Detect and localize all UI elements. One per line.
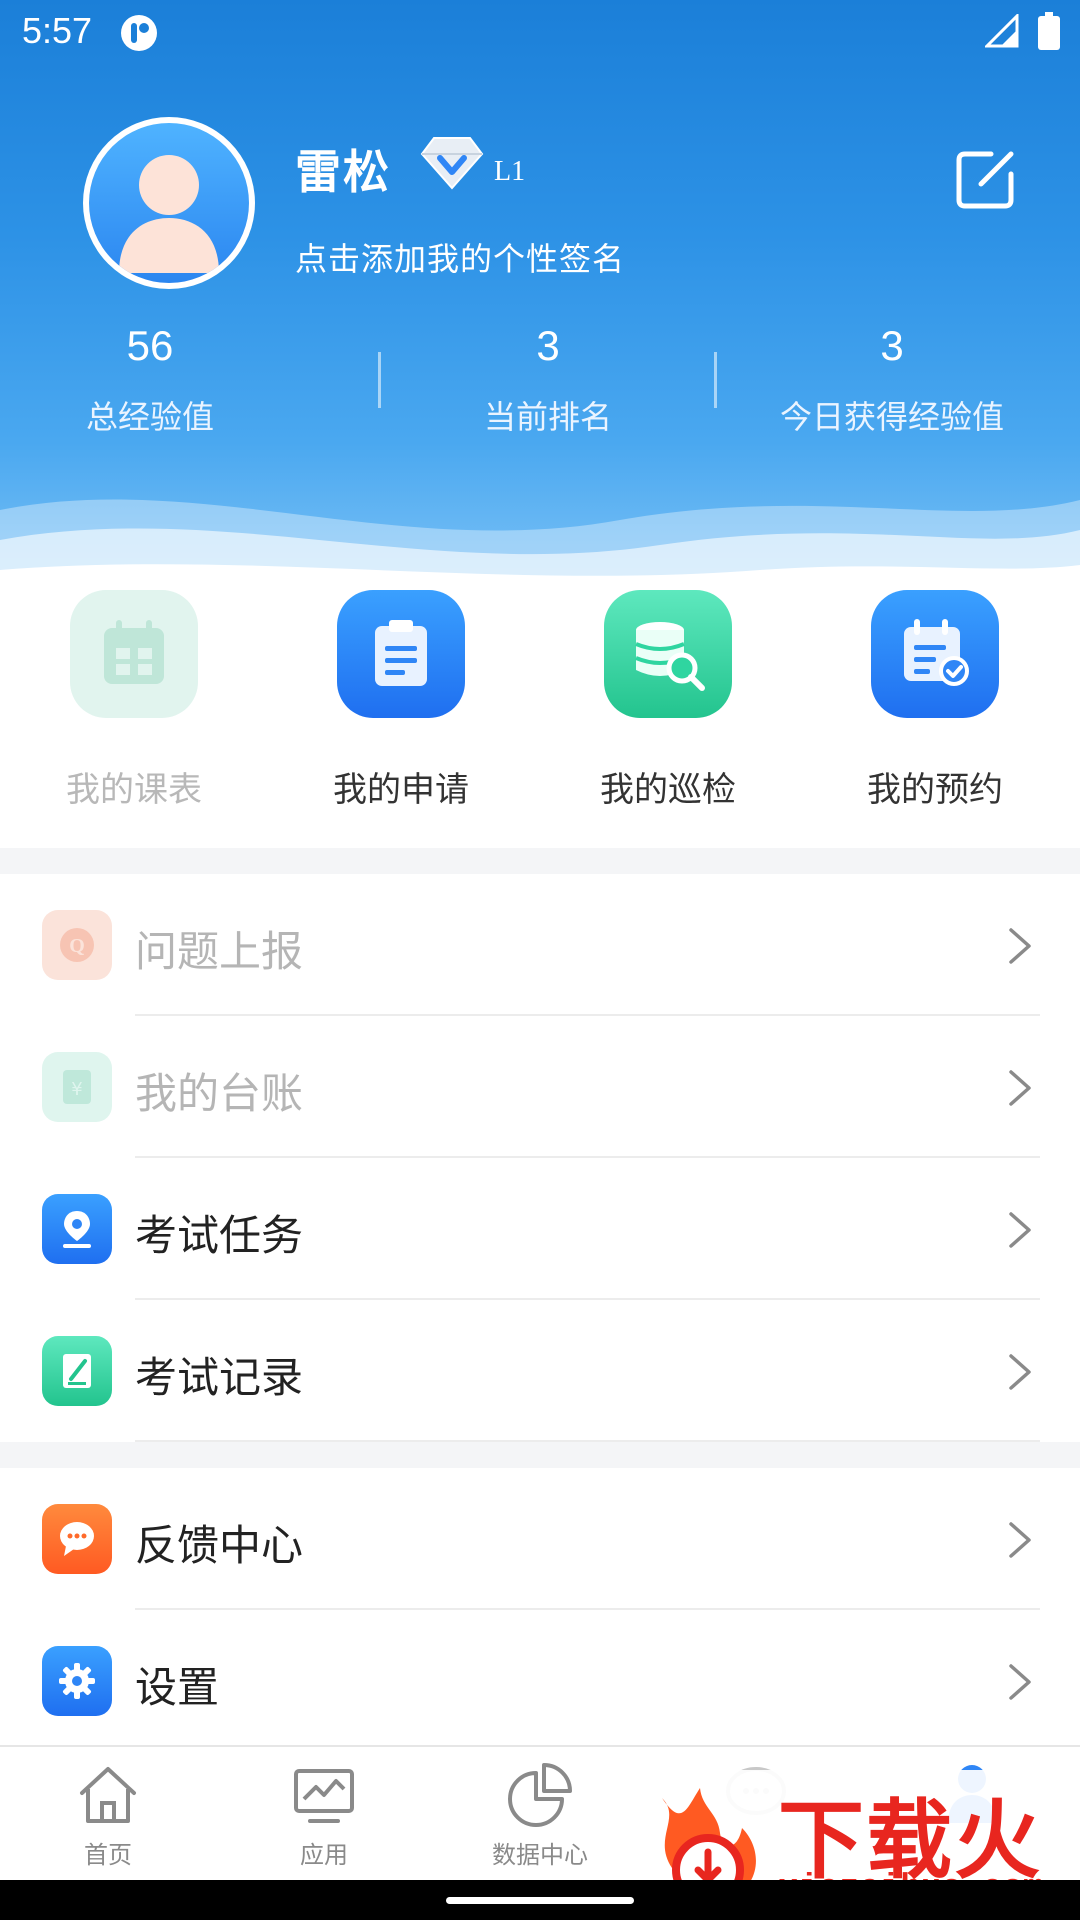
app-notification-icon xyxy=(121,15,157,51)
person-icon xyxy=(119,155,219,273)
menu-item-exam-tasks[interactable]: 考试任务 xyxy=(0,1158,1080,1300)
profile-header: 5:57 雷松 L1 点击添加我的个性签名 56 总经验值 3 当前排名 3 今… xyxy=(0,0,1080,590)
diamond-level-icon xyxy=(420,137,484,190)
status-bar: 5:57 xyxy=(0,0,1080,64)
stat-value: 56 xyxy=(126,322,174,369)
menu-item-label: 设置 xyxy=(135,1663,220,1712)
clipboard-icon xyxy=(337,590,465,718)
svg-text:¥: ¥ xyxy=(71,1079,82,1100)
user-name: 雷松 xyxy=(295,145,391,199)
quick-action-label: 我的课表 xyxy=(66,770,202,810)
tab-apps[interactable]: 应用 xyxy=(216,1759,432,1870)
stat-label: 今日获得经验值 xyxy=(779,398,1004,436)
stat-value: 3 xyxy=(880,322,904,369)
quick-action-label: 我的预约 xyxy=(867,770,1003,810)
battery-icon xyxy=(1038,12,1060,50)
chevron-right-icon xyxy=(1009,1522,1031,1558)
avatar[interactable] xyxy=(83,117,255,289)
status-time: 5:57 xyxy=(22,10,93,51)
menu-item-ledger[interactable]: ¥ 我的台账 xyxy=(0,1016,1080,1158)
stat-divider xyxy=(378,352,381,408)
stat-label: 当前排名 xyxy=(483,398,612,436)
chat-icon xyxy=(42,1504,112,1574)
ledger-icon: ¥ xyxy=(42,1052,112,1122)
tab-label: 首页 xyxy=(84,1841,132,1869)
home-icon xyxy=(80,1767,136,1823)
signature-prompt[interactable]: 点击添加我的个性签名 xyxy=(295,234,625,280)
quick-actions: 我的课表 我的申请 我的巡检 我的预约 xyxy=(0,560,1080,850)
stat-current-rank: 3 当前排名 xyxy=(388,322,708,438)
menu-item-label: 考试记录 xyxy=(135,1353,304,1402)
chevron-right-icon xyxy=(1009,1070,1031,1106)
profile-screen: 5:57 雷松 L1 点击添加我的个性签名 56 总经验值 3 当前排名 3 今… xyxy=(0,0,1080,1920)
stat-value: 3 xyxy=(536,322,560,369)
quick-action-label: 我的巡检 xyxy=(600,770,736,810)
avatar-image xyxy=(89,123,249,283)
stat-total-exp: 56 总经验值 xyxy=(0,322,310,438)
question-report-icon: Q xyxy=(42,910,112,980)
chevron-right-icon xyxy=(1009,928,1031,964)
menu-item-label: 反馈中心 xyxy=(135,1521,304,1570)
menu-item-label: 我的台账 xyxy=(135,1069,304,1118)
menu-item-exam-records[interactable]: 考试记录 xyxy=(0,1300,1080,1442)
stat-today-exp: 3 今日获得经验值 xyxy=(732,322,1052,438)
chevron-right-icon xyxy=(1009,1354,1031,1390)
section-gap xyxy=(0,1442,1080,1468)
level-label: L1 xyxy=(494,156,526,187)
menu-item-problem-report[interactable]: Q 问题上报 xyxy=(0,874,1080,1016)
chevron-right-icon xyxy=(1009,1664,1031,1700)
note-pen-icon xyxy=(42,1336,112,1406)
edit-icon[interactable] xyxy=(955,148,1017,210)
database-search-icon xyxy=(604,590,732,718)
stat-divider xyxy=(714,352,717,408)
signal-icon xyxy=(985,14,1019,48)
monitor-chart-icon xyxy=(294,1769,354,1823)
chevron-right-icon xyxy=(1009,1212,1031,1248)
menu-item-label: 问题上报 xyxy=(135,927,304,976)
tab-data-center[interactable]: 数据中心 xyxy=(432,1759,648,1870)
quick-action-reservation[interactable]: 我的预约 xyxy=(801,590,1069,811)
tab-home[interactable]: 首页 xyxy=(0,1759,216,1870)
quick-action-application[interactable]: 我的申请 xyxy=(267,590,535,811)
stat-label: 总经验值 xyxy=(85,398,214,436)
quick-action-schedule[interactable]: 我的课表 xyxy=(0,590,268,811)
quick-action-label: 我的申请 xyxy=(333,770,469,810)
section-gap xyxy=(0,848,1080,874)
menu-item-feedback-center[interactable]: 反馈中心 xyxy=(0,1468,1080,1610)
gear-icon xyxy=(42,1646,112,1716)
svg-text:Q: Q xyxy=(69,935,85,957)
menu-item-settings[interactable]: 设置 xyxy=(0,1610,1080,1752)
tab-label: 应用 xyxy=(300,1841,348,1869)
home-gesture-handle[interactable] xyxy=(446,1897,634,1904)
tab-label: 数据中心 xyxy=(492,1841,588,1869)
quick-action-inspection[interactable]: 我的巡检 xyxy=(534,590,802,811)
pie-chart-icon xyxy=(508,1763,572,1827)
menu-item-label: 考试任务 xyxy=(135,1211,304,1260)
calendar-icon xyxy=(70,590,198,718)
pin-icon xyxy=(42,1194,112,1264)
calendar-check-icon xyxy=(871,590,999,718)
system-nav-bar xyxy=(0,1880,1080,1920)
